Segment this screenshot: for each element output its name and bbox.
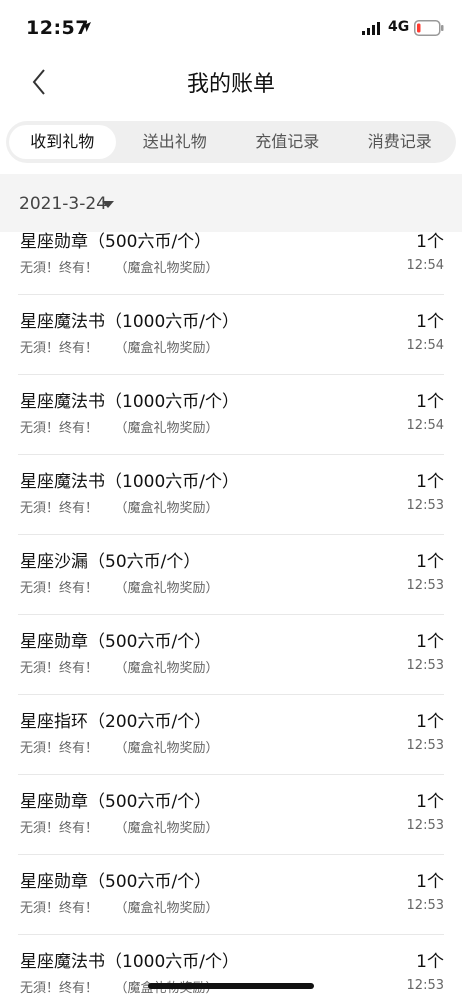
list-item[interactable]: 星座魔法书（1000六币/个） 无須！终有！ （魔盒礼物奖励） 1个 12:53 bbox=[18, 455, 444, 535]
network-type: 4G bbox=[388, 19, 410, 35]
record-subtitle: 无須！终有！ （魔盒礼物奖励） bbox=[20, 421, 219, 436]
date-filter-bar: 2021-3-24 bbox=[0, 174, 462, 232]
tab-recharge-records[interactable]: 充值记录 bbox=[234, 125, 341, 159]
record-time: 12:54 bbox=[406, 258, 444, 273]
list-item[interactable]: 星座勋章（500六币/个） 无須！终有！ （魔盒礼物奖励） 1个 12:53 bbox=[18, 615, 444, 695]
record-quantity: 1个 bbox=[416, 312, 444, 332]
record-quantity: 1个 bbox=[416, 232, 444, 252]
record-quantity: 1个 bbox=[416, 472, 444, 492]
list-item[interactable]: 星座勋章（500六币/个） 无須！终有！ （魔盒礼物奖励） 1个 12:53 bbox=[18, 855, 444, 935]
list-item[interactable]: 星座魔法书（1000六币/个） 无須！终有！ （魔盒礼物奖励） 1个 12:54 bbox=[18, 295, 444, 375]
cellular-signal-icon bbox=[362, 22, 380, 35]
home-indicator[interactable] bbox=[148, 983, 314, 989]
record-title: 星座勋章（500六币/个） bbox=[20, 792, 212, 812]
page-title: 我的账单 bbox=[186, 72, 275, 97]
record-subtitle: 无須！终有！ （魔盒礼物奖励） bbox=[20, 741, 219, 756]
list-item[interactable]: 星座勋章（500六币/个） 无須！终有！ （魔盒礼物奖励） 1个 12:54 bbox=[18, 232, 444, 295]
list-item[interactable]: 星座魔法书（1000六币/个） 无須！终有！ （魔盒礼物奖励） 1个 12:54 bbox=[18, 375, 444, 455]
record-quantity: 1个 bbox=[416, 552, 444, 572]
record-time: 12:53 bbox=[406, 818, 444, 833]
gift-record-list[interactable]: 星座勋章（500六币/个） 无須！终有！ （魔盒礼物奖励） 1个 12:54 星… bbox=[0, 232, 462, 1000]
record-time: 12:54 bbox=[406, 418, 444, 433]
record-quantity: 1个 bbox=[416, 872, 444, 892]
list-item[interactable]: 星座沙漏（50六币/个） 无須！终有！ （魔盒礼物奖励） 1个 12:53 bbox=[18, 535, 444, 615]
list-item[interactable]: 星座指环（200六币/个） 无須！终有！ （魔盒礼物奖励） 1个 12:53 bbox=[18, 695, 444, 775]
record-title: 星座勋章（500六币/个） bbox=[20, 632, 212, 652]
record-time: 12:53 bbox=[406, 738, 444, 753]
record-title: 星座魔法书（1000六币/个） bbox=[20, 312, 239, 332]
list-item[interactable]: 星座魔法书（1000六币/个） 无須！终有！ （魔盒礼物奖励） 1个 12:53 bbox=[18, 935, 444, 1000]
record-title: 星座勋章（500六币/个） bbox=[20, 872, 212, 892]
record-quantity: 1个 bbox=[416, 792, 444, 812]
record-title: 星座魔法书（1000六币/个） bbox=[20, 392, 239, 412]
status-bar: 12:57 4G bbox=[0, 0, 462, 58]
record-quantity: 1个 bbox=[416, 712, 444, 732]
record-title: 星座魔法书（1000六币/个） bbox=[20, 472, 239, 492]
record-quantity: 1个 bbox=[416, 392, 444, 412]
record-time: 12:54 bbox=[406, 338, 444, 353]
record-subtitle: 无須！终有！ （魔盒礼物奖励） bbox=[20, 821, 219, 836]
gift-record-list-content: 星座勋章（500六币/个） 无須！终有！ （魔盒礼物奖励） 1个 12:54 星… bbox=[0, 232, 462, 1000]
record-quantity: 1个 bbox=[416, 952, 444, 972]
record-time: 12:53 bbox=[406, 578, 444, 593]
record-title: 星座勋章（500六币/个） bbox=[20, 232, 212, 252]
caret-down-icon[interactable] bbox=[102, 201, 114, 209]
record-subtitle: 无須！终有！ （魔盒礼物奖励） bbox=[20, 581, 219, 596]
tab-sent-gifts[interactable]: 送出礼物 bbox=[122, 125, 229, 159]
record-subtitle: 无須！终有！ （魔盒礼物奖励） bbox=[20, 661, 219, 676]
navigation-bar: 我的账单 bbox=[0, 58, 462, 106]
record-time: 12:53 bbox=[406, 498, 444, 513]
record-title: 星座魔法书（1000六币/个） bbox=[20, 952, 239, 972]
tab-consumption-records[interactable]: 消费记录 bbox=[347, 125, 454, 159]
list-item[interactable]: 星座勋章（500六币/个） 无須！终有！ （魔盒礼物奖励） 1个 12:53 bbox=[18, 775, 444, 855]
record-time: 12:53 bbox=[406, 898, 444, 913]
record-subtitle: 无須！终有！ （魔盒礼物奖励） bbox=[20, 261, 219, 276]
tab-bar: 收到礼物 送出礼物 充值记录 消费记录 bbox=[6, 121, 456, 163]
record-time: 12:53 bbox=[406, 978, 444, 993]
record-subtitle: 无須！终有！ （魔盒礼物奖励） bbox=[20, 901, 219, 916]
record-title: 星座沙漏（50六币/个） bbox=[20, 552, 201, 572]
record-subtitle: 无須！终有！ （魔盒礼物奖励） bbox=[20, 501, 219, 516]
record-quantity: 1个 bbox=[416, 632, 444, 652]
record-time: 12:53 bbox=[406, 658, 444, 673]
tab-received-gifts[interactable]: 收到礼物 bbox=[9, 125, 116, 159]
record-title: 星座指环（200六币/个） bbox=[20, 712, 212, 732]
location-arrow-icon bbox=[81, 22, 91, 32]
date-picker[interactable]: 2021-3-24 bbox=[19, 194, 107, 214]
record-subtitle: 无須！终有！ （魔盒礼物奖励） bbox=[20, 341, 219, 356]
battery-low-icon bbox=[414, 20, 444, 36]
